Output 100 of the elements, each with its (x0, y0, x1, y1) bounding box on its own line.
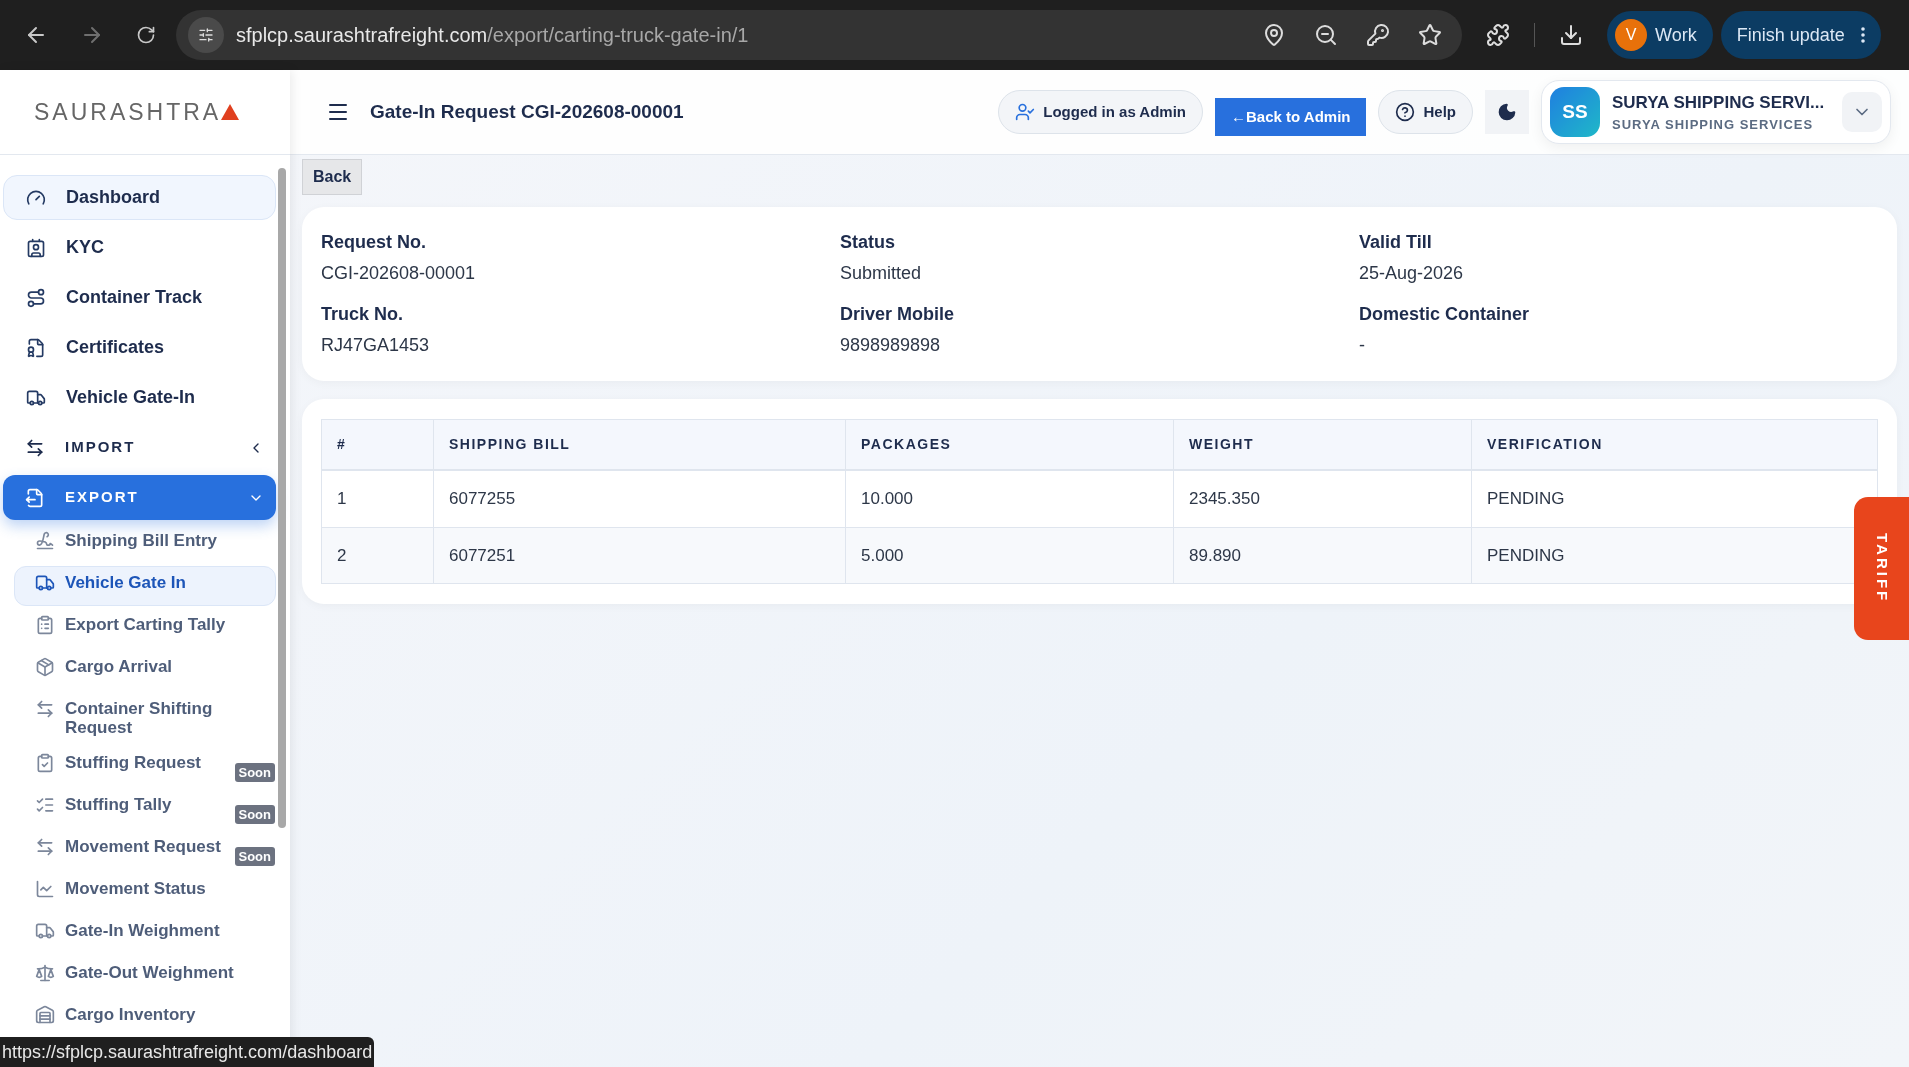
id-badge-icon (26, 237, 46, 258)
subitem-label: Gate-Out Weighment (65, 963, 234, 982)
subitem-label: Gate-In Weighment (65, 921, 220, 940)
user-card[interactable]: SS SURYA SHIPPING SERVI... SURYA SHIPPING SERVICES (1541, 80, 1891, 144)
clipboard-icon (35, 615, 55, 635)
moon-icon (1497, 102, 1517, 122)
field-label: Driver Mobile (840, 303, 956, 326)
sidebar-subitem[interactable]: Movement Request Soon (14, 830, 276, 870)
reload-icon[interactable] (136, 25, 156, 45)
field-value: RJ47GA1453 (321, 334, 431, 357)
table-cell-text: 2 (336, 544, 348, 567)
sidebar-subitem[interactable]: Stuffing Request Soon (14, 746, 276, 786)
sidebar-subitem[interactable]: Gate-In Weighment (14, 914, 276, 954)
arrows-icon (35, 837, 55, 857)
sidebar-item[interactable]: Vehicle Gate-In (3, 375, 276, 420)
profile-name: Work (1655, 23, 1697, 47)
location-icon[interactable] (1262, 23, 1286, 47)
sidebar-subitem[interactable]: Gate-Out Weighment (14, 956, 276, 996)
arrows-icon (35, 699, 55, 719)
sidebar-subitem[interactable]: Container Shifting Request (14, 692, 276, 744)
user-check-icon (1015, 102, 1036, 122)
field-value: - (1359, 334, 1366, 357)
bookmark-star-icon[interactable] (1418, 23, 1442, 47)
field-label: Request No. (321, 231, 427, 254)
column-header: SHIPPING BILL (433, 420, 845, 469)
sidebar-subitem[interactable]: Cargo Arrival (14, 650, 276, 690)
file-export-icon (25, 487, 45, 508)
field-label: Domestic Container (1359, 303, 1531, 326)
more-icon (1860, 27, 1865, 43)
site-settings-icon (198, 27, 214, 43)
sidebar-subitem[interactable]: Shipping Bill Entry (14, 524, 276, 564)
sidebar-group[interactable]: EXPORT (3, 475, 276, 520)
field-value: Submitted (840, 262, 923, 285)
subitem-label: Movement Status (65, 879, 206, 898)
download-icon[interactable] (1559, 23, 1583, 47)
subitem-label: Movement Request (65, 837, 221, 856)
field-value: 9898989898 (840, 334, 942, 357)
user-avatar: SS (1550, 87, 1600, 137)
warehouse-icon (35, 1005, 55, 1025)
sidebar-subitem[interactable]: Cargo Inventory (14, 998, 276, 1038)
subitem-label: Container Shifting Request (65, 699, 214, 737)
sidebar-subitem[interactable]: Export Carting Tally (14, 608, 276, 648)
subitem-label: Vehicle Gate In (65, 573, 186, 592)
profile-button[interactable]: V Work (1607, 11, 1713, 59)
column-header: # (336, 435, 348, 454)
sidebar-subitem[interactable]: Movement Status (14, 872, 276, 912)
column-header: WEIGHT (1173, 420, 1471, 469)
clipboard-check-icon (35, 753, 55, 773)
subitem-label: Stuffing Tally (65, 795, 172, 814)
theme-toggle-button[interactable] (1485, 90, 1529, 134)
route-icon (26, 287, 46, 308)
page-title: Gate-In Request CGI-202608-00001 (370, 99, 684, 124)
column-header: PACKAGES (845, 420, 1173, 469)
help-button[interactable]: Help (1378, 90, 1473, 134)
finish-update-button[interactable]: Finish update (1720, 11, 1881, 59)
site-info-button[interactable] (188, 17, 224, 53)
tariff-tab[interactable]: TARIFF (1854, 497, 1909, 640)
field-label: Status (840, 231, 896, 254)
truck-icon (35, 573, 55, 593)
sidebar-item[interactable]: Container Track (3, 275, 276, 320)
sidebar-group[interactable]: IMPORT (3, 425, 276, 470)
field-value: CGI-202608-00001 (321, 262, 477, 285)
sidebar-item[interactable]: Certificates (3, 325, 276, 370)
help-icon (1395, 102, 1416, 122)
field-label: Truck No. (321, 303, 405, 326)
url-text: sfplcp.saurashtrafreight.com/export/carting-truck-gate-in/1 (236, 23, 749, 48)
table-cell: 5.000 (845, 528, 1173, 583)
back-to-admin-button[interactable]: ←Back to Admin (1215, 98, 1367, 136)
logo-triangle-icon (221, 104, 240, 120)
scale-icon (35, 963, 55, 983)
table-cell-text: 1 (336, 488, 348, 511)
status-url-tooltip: https://sfplcp.saurashtrafreight.com/dashboard (0, 1037, 375, 1067)
logo-text: SAURASHTRA (34, 97, 222, 127)
certificate-icon (26, 337, 46, 358)
subitem-label: Cargo Arrival (65, 657, 173, 676)
subitem-label: Export Carting Tally (65, 615, 226, 634)
profile-avatar: V (1615, 19, 1647, 51)
sidebar-item[interactable]: KYC (3, 225, 276, 270)
sidebar-subitem[interactable]: Stuffing Tally Soon (14, 788, 276, 828)
arrows-icon (25, 437, 45, 458)
user-org: SURYA SHIPPING SERVICES (1612, 116, 1815, 134)
subitem-label: Stuffing Request (65, 753, 201, 772)
subitem-label: Cargo Inventory (65, 1005, 196, 1024)
logged-in-badge[interactable]: Logged in as Admin (998, 90, 1203, 134)
extensions-icon[interactable] (1486, 23, 1510, 47)
table-cell: 6077251 (433, 528, 845, 583)
back-button[interactable]: Back (302, 159, 363, 195)
soon-badge: Soon (234, 847, 275, 866)
column-header: VERIFICATION (1471, 420, 1877, 469)
soon-badge: Soon (234, 763, 275, 782)
key-icon[interactable] (1366, 23, 1390, 47)
zoom-icon[interactable] (1314, 23, 1338, 47)
table-cell: 89.890 (1173, 528, 1471, 583)
sidebar-subitem[interactable]: Vehicle Gate In (14, 566, 276, 606)
field-label: Valid Till (1359, 231, 1433, 254)
address-bar[interactable]: sfplcp.saurashtrafreight.com/export/carting-truck-gate-in/1 (176, 10, 1462, 60)
sidebar-item[interactable]: Dashboard (3, 175, 276, 220)
signature-icon (35, 531, 55, 551)
subitem-label: Shipping Bill Entry (65, 531, 218, 550)
truck-icon (35, 921, 55, 941)
